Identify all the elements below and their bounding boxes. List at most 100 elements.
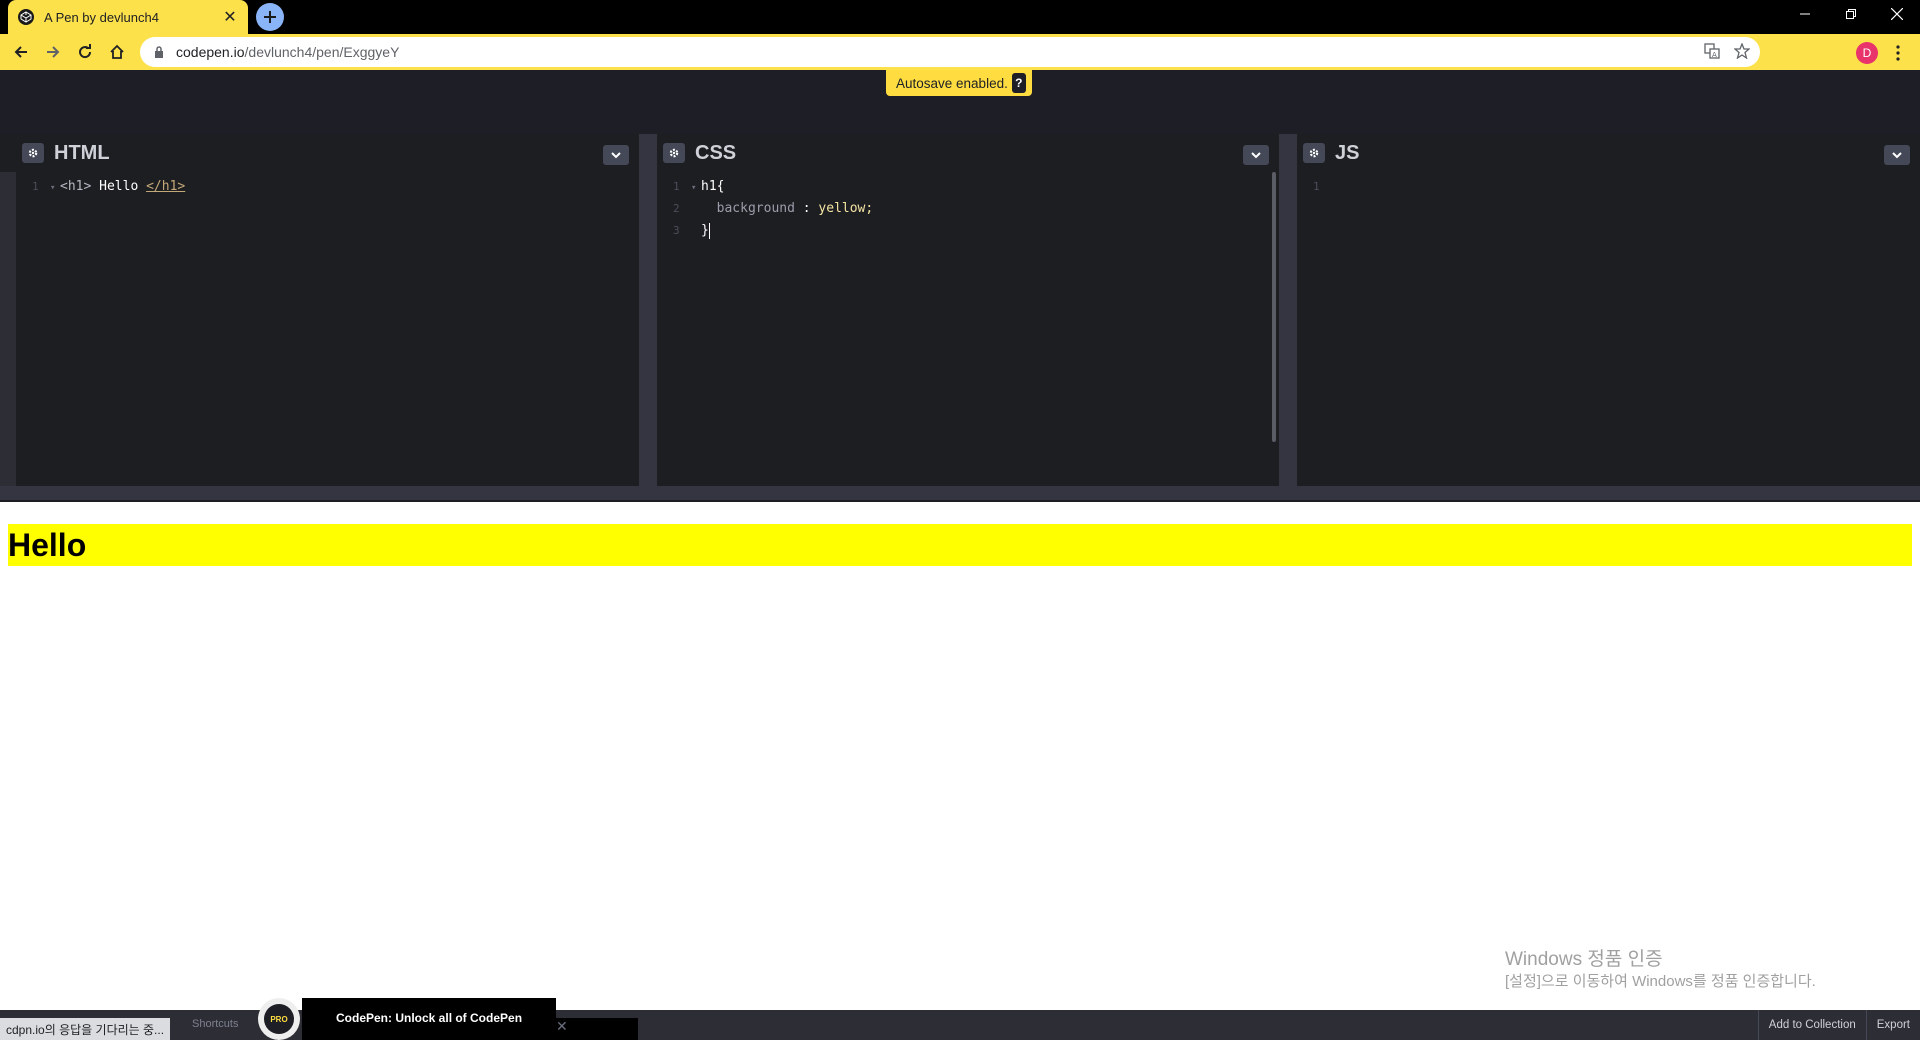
promo-bar bbox=[556, 1018, 638, 1040]
line-number: 3 bbox=[673, 224, 680, 237]
css-collapse-button[interactable] bbox=[1243, 145, 1269, 165]
html-editor: HTML 1 ▾ <h1> Hello </h1> bbox=[0, 134, 639, 486]
autosave-notice: Autosave enabled. ? bbox=[886, 70, 1032, 96]
browser-tab[interactable]: A Pen by devlunch4 ✕ bbox=[8, 0, 248, 34]
pro-badge[interactable]: PRO bbox=[258, 998, 300, 1040]
js-code[interactable]: 1 bbox=[1313, 176, 1331, 198]
promo-banner[interactable]: CodePen: Unlock all of CodePen bbox=[302, 998, 556, 1040]
preview-heading: Hello bbox=[8, 524, 1912, 566]
html-editor-title: HTML bbox=[54, 141, 110, 164]
code-token: yellow; bbox=[818, 201, 874, 216]
code-line: 1 bbox=[1313, 176, 1331, 198]
css-settings-button[interactable] bbox=[663, 143, 685, 163]
new-tab-button[interactable] bbox=[256, 3, 284, 31]
code-line: 1 ▾ h1{ bbox=[673, 176, 873, 198]
css-editor-title: CSS bbox=[695, 141, 737, 164]
html-editor-header: HTML bbox=[0, 134, 639, 172]
back-button[interactable] bbox=[8, 39, 34, 65]
export-button[interactable]: Export bbox=[1865, 1010, 1920, 1040]
html-code[interactable]: 1 ▾ <h1> Hello </h1> bbox=[32, 176, 185, 198]
code-token: Hello bbox=[91, 179, 147, 194]
close-icon[interactable]: ✕ bbox=[556, 1018, 568, 1035]
code-token: h1{ bbox=[701, 179, 725, 194]
gear-icon bbox=[28, 148, 38, 158]
js-editor-header: JS bbox=[1297, 134, 1920, 172]
gear-icon bbox=[669, 148, 679, 158]
restore-button[interactable] bbox=[1828, 0, 1874, 28]
address-bar[interactable]: codepen.io/devlunch4/pen/ExggyeY A bbox=[140, 37, 1760, 67]
line-number: 1 bbox=[32, 180, 39, 193]
code-token: </h1> bbox=[146, 179, 186, 194]
preview-pane[interactable]: Hello bbox=[0, 502, 1920, 1010]
autosave-text: Autosave enabled. bbox=[896, 75, 1008, 91]
reload-button[interactable] bbox=[72, 39, 98, 65]
lock-icon[interactable] bbox=[152, 45, 166, 59]
forward-arrow-icon bbox=[47, 46, 60, 58]
close-window-button[interactable] bbox=[1874, 0, 1920, 28]
profile-avatar[interactable]: D bbox=[1856, 42, 1878, 64]
js-settings-button[interactable] bbox=[1303, 143, 1325, 163]
windows-activation-title: Windows 정품 인증 bbox=[1505, 949, 1663, 970]
add-to-collection-button[interactable]: Add to Collection bbox=[1757, 1010, 1866, 1040]
css-editor-header: CSS bbox=[657, 134, 1279, 172]
browser-tab-strip: A Pen by devlunch4 ✕ bbox=[0, 0, 1920, 34]
text-cursor bbox=[708, 222, 710, 239]
editor-area: HTML 1 ▾ <h1> Hello </h1> CSS 1 ▾ h1{ 2 back… bbox=[0, 134, 1920, 486]
chevron-down-icon bbox=[1892, 151, 1902, 158]
svg-text:A: A bbox=[1712, 51, 1717, 59]
line-number: 1 bbox=[1313, 180, 1320, 193]
code-line: 2 background : yellow; bbox=[673, 198, 873, 220]
codepen-header: Autosave enabled. ? bbox=[0, 70, 1920, 134]
chevron-down-icon bbox=[611, 151, 621, 158]
fold-arrow-icon[interactable]: ▾ bbox=[50, 177, 60, 199]
restore-icon bbox=[1846, 9, 1856, 19]
html-settings-button[interactable] bbox=[22, 143, 44, 163]
css-editor: CSS 1 ▾ h1{ 2 background : yellow; 3} bbox=[657, 134, 1279, 486]
omnibox-actions: A bbox=[1704, 43, 1750, 59]
fold-arrow-icon[interactable]: ▾ bbox=[691, 177, 701, 199]
pro-badge-label: PRO bbox=[264, 1004, 294, 1034]
code-line: 3} bbox=[673, 220, 873, 242]
js-collapse-button[interactable] bbox=[1884, 145, 1910, 165]
shortcuts-button[interactable]: Shortcuts bbox=[192, 1018, 238, 1030]
browser-status-bar: cdpn.io의 응답을 기다리는 중... bbox=[0, 1018, 171, 1040]
code-token: <h1> bbox=[60, 179, 92, 194]
minimize-icon bbox=[1800, 13, 1810, 15]
editor-resize-handle[interactable] bbox=[0, 134, 16, 486]
plus-icon bbox=[264, 11, 276, 23]
css-scrollbar[interactable] bbox=[1272, 172, 1276, 442]
minimize-button[interactable] bbox=[1782, 0, 1828, 28]
footer-actions: Add to Collection Export bbox=[1757, 1010, 1920, 1040]
gear-icon bbox=[1309, 148, 1319, 158]
home-button[interactable] bbox=[104, 39, 130, 65]
more-vertical-icon bbox=[1896, 45, 1900, 61]
browser-toolbar: codepen.io/devlunch4/pen/ExggyeY A bbox=[0, 34, 1920, 70]
reload-icon bbox=[79, 44, 92, 59]
back-arrow-icon bbox=[14, 46, 27, 58]
codepen-icon bbox=[18, 9, 34, 25]
url-path: /devlunch4/pen/ExggyeY bbox=[244, 44, 400, 60]
forward-button[interactable] bbox=[40, 39, 66, 65]
js-editor: JS 1 bbox=[1297, 134, 1920, 486]
code-token: } bbox=[701, 223, 709, 238]
html-collapse-button[interactable] bbox=[603, 145, 629, 165]
autosave-help-button[interactable]: ? bbox=[1011, 73, 1026, 93]
windows-activation-subtitle: [설정]으로 이동하여 Windows를 정품 인증합니다. bbox=[1505, 973, 1816, 990]
code-token: background bbox=[716, 201, 795, 216]
css-code[interactable]: 1 ▾ h1{ 2 background : yellow; 3} bbox=[673, 176, 873, 242]
translate-icon[interactable]: A bbox=[1704, 43, 1720, 59]
line-number: 2 bbox=[673, 202, 680, 215]
close-icon bbox=[1891, 8, 1903, 20]
browser-menu-button[interactable] bbox=[1892, 42, 1904, 64]
chevron-down-icon bbox=[1251, 151, 1261, 158]
code-token: : bbox=[794, 201, 819, 216]
url-host: codepen.io bbox=[176, 44, 245, 60]
tab-title: A Pen by devlunch4 bbox=[44, 9, 159, 25]
star-icon[interactable] bbox=[1734, 43, 1750, 59]
code-line: 1 ▾ <h1> Hello </h1> bbox=[32, 176, 185, 198]
line-number: 1 bbox=[673, 180, 680, 193]
window-controls bbox=[1782, 0, 1920, 34]
home-icon bbox=[110, 44, 124, 59]
promo-title: CodePen: Unlock all of CodePen bbox=[336, 1011, 523, 1025]
close-tab-icon[interactable]: ✕ bbox=[222, 7, 238, 27]
